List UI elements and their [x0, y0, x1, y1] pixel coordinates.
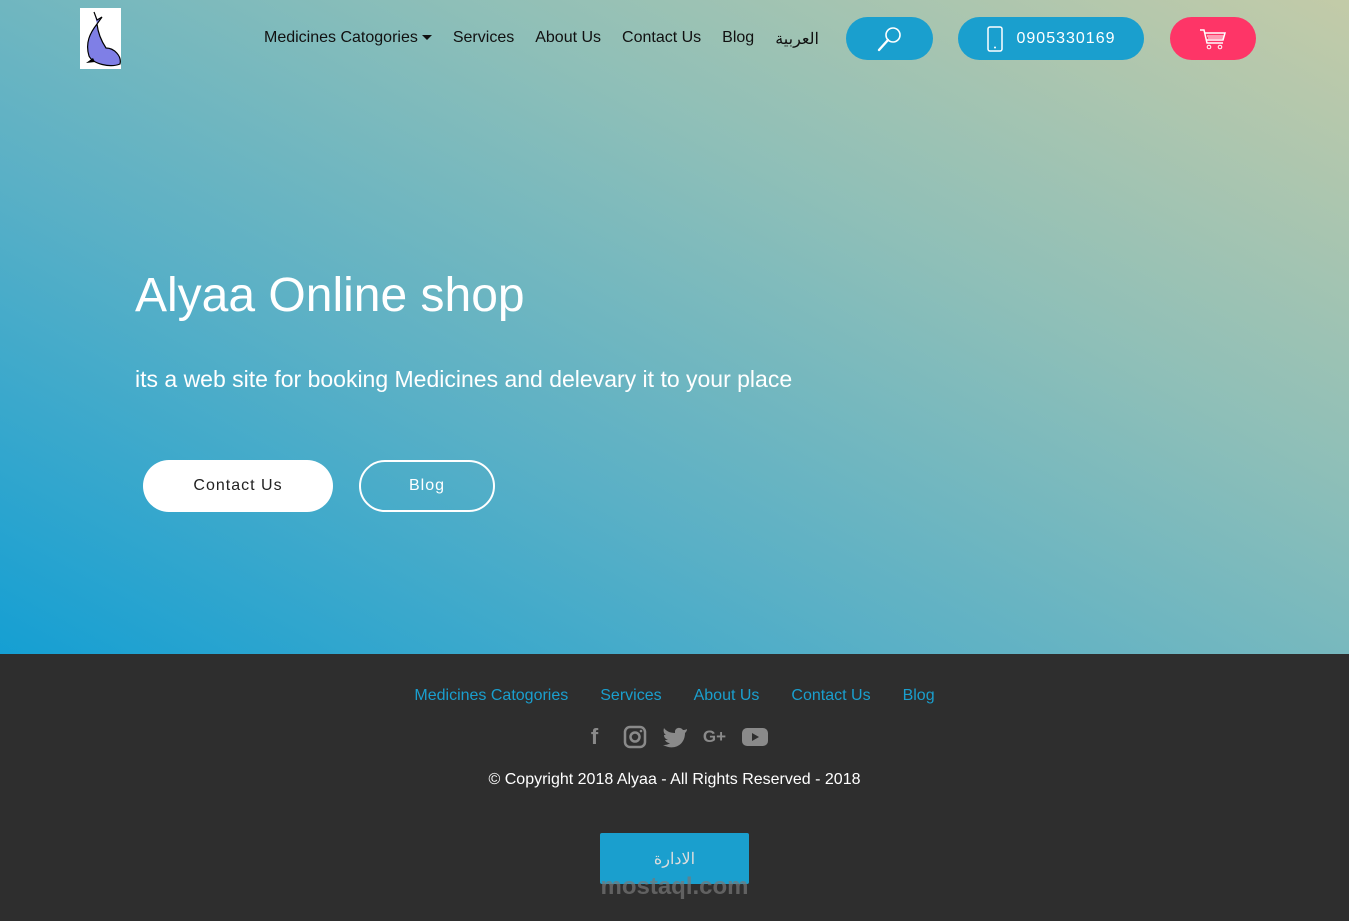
search-button[interactable]: [846, 17, 933, 60]
mobile-phone-icon: [986, 25, 1003, 52]
nav-services[interactable]: Services: [453, 29, 514, 49]
phone-button[interactable]: 0905330169: [958, 17, 1144, 60]
cart-icon: [1200, 28, 1226, 49]
nav-medicines-categories[interactable]: Medicines Catogories: [264, 29, 432, 49]
footer-nav: Medicines Catogories Services About Us C…: [0, 687, 1349, 705]
search-icon: [877, 26, 901, 51]
logo[interactable]: [80, 8, 121, 69]
mostaql-watermark: mostaql.com: [600, 873, 749, 900]
footer-link-about-us[interactable]: About Us: [694, 687, 760, 705]
caret-down-icon: [421, 35, 432, 41]
whale-logo-icon: [86, 11, 121, 67]
twitter-icon[interactable]: [662, 724, 688, 750]
social-links: f G+: [0, 724, 1349, 750]
main-nav: Medicines Catogories Services About Us C…: [264, 29, 819, 49]
hero-section: Medicines Catogories Services About Us C…: [0, 0, 1349, 654]
facebook-icon[interactable]: f: [582, 724, 608, 750]
footer-link-medicines-categories[interactable]: Medicines Catogories: [414, 687, 568, 705]
contact-us-button[interactable]: Contact Us: [143, 460, 333, 512]
nav-arabic[interactable]: العربية: [775, 29, 819, 49]
hero-title: Alyaa Online shop: [135, 269, 525, 322]
nav-contact-us[interactable]: Contact Us: [622, 29, 701, 49]
copyright: © Copyright 2018 Alyaa - All Rights Rese…: [488, 771, 861, 788]
footer-link-services[interactable]: Services: [600, 687, 661, 705]
nav-blog[interactable]: Blog: [722, 29, 754, 49]
footer-link-contact-us[interactable]: Contact Us: [791, 687, 870, 705]
youtube-icon[interactable]: [741, 724, 768, 750]
google-plus-icon[interactable]: G+: [702, 724, 728, 750]
phone-number: 0905330169: [1016, 29, 1116, 47]
nav-about-us[interactable]: About Us: [535, 29, 601, 49]
footer-link-blog[interactable]: Blog: [903, 687, 935, 705]
cart-button[interactable]: [1170, 17, 1256, 60]
blog-button[interactable]: Blog: [359, 460, 495, 512]
instagram-icon[interactable]: [622, 724, 648, 750]
hero-subtitle: its a web site for booking Medicines and…: [135, 366, 793, 392]
